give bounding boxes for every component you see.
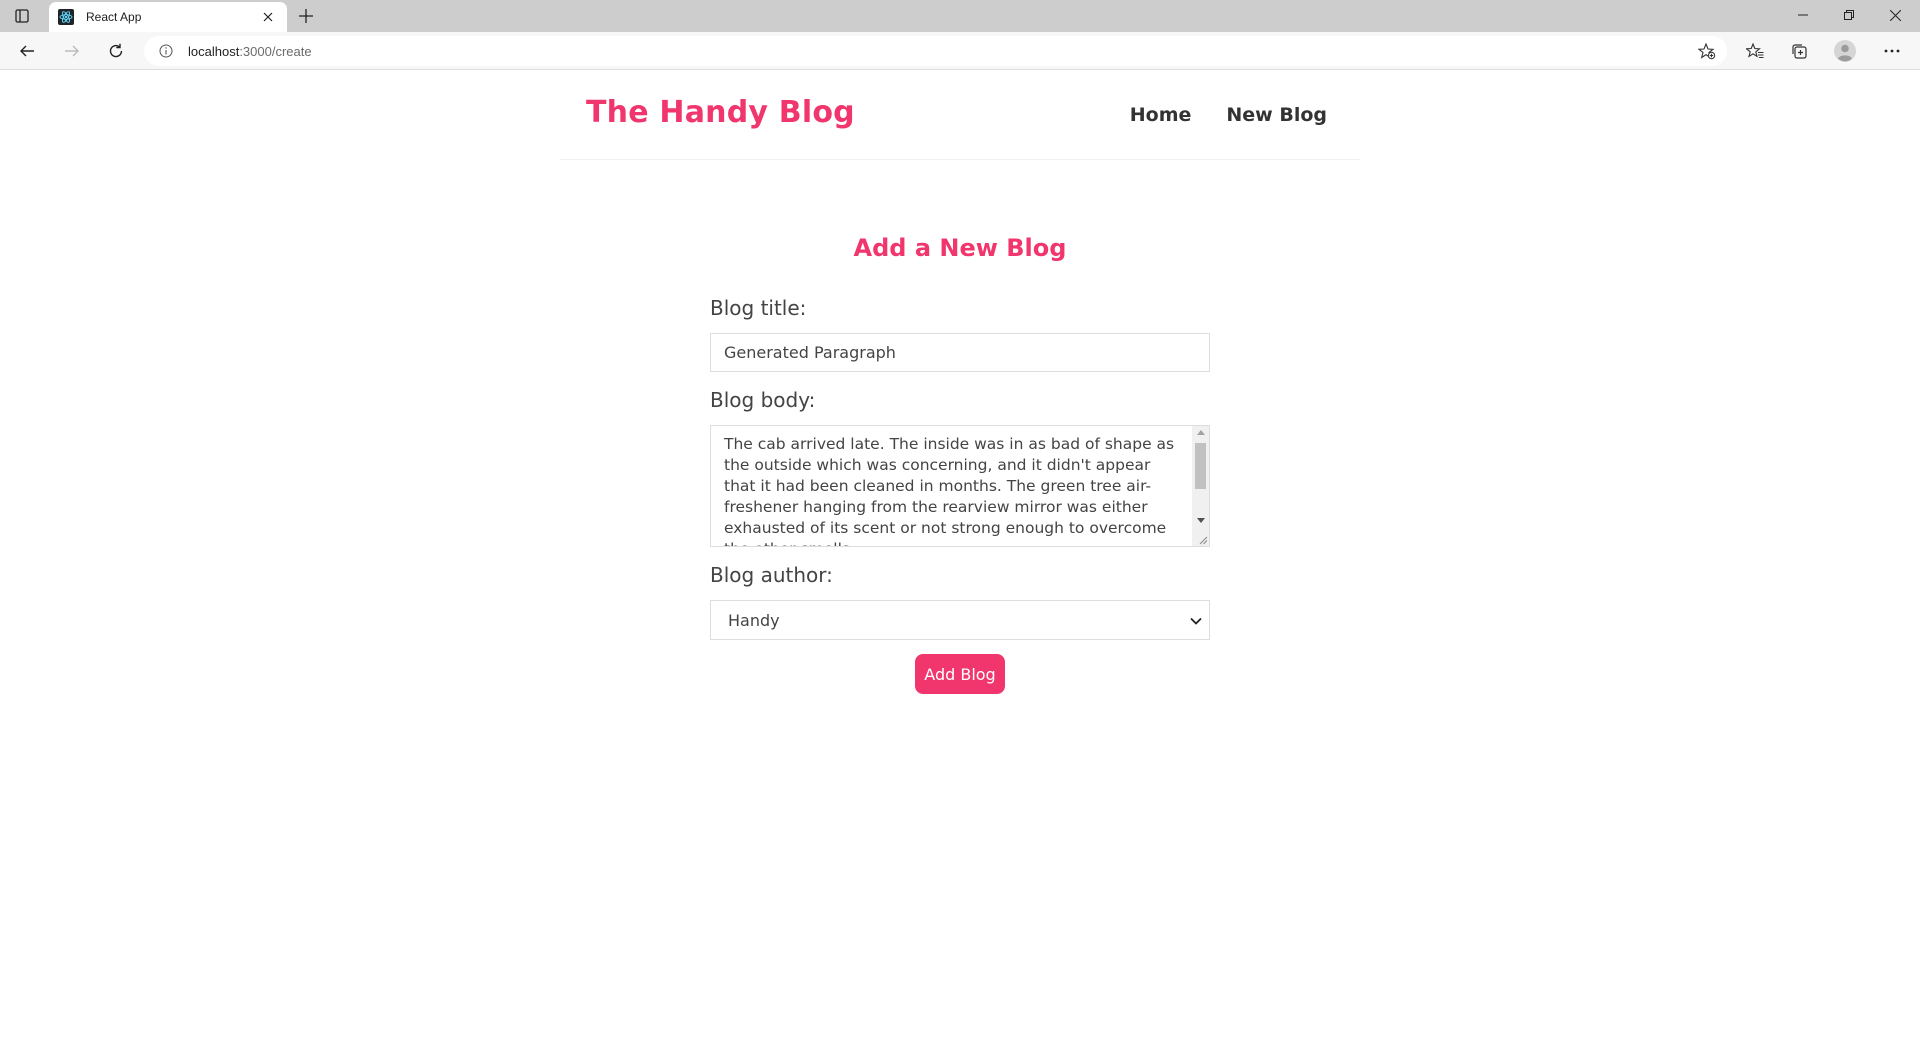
blog-title-input[interactable] xyxy=(710,333,1210,372)
favorites-icon[interactable] xyxy=(1741,37,1769,65)
nav-links: Home New Blog xyxy=(1095,104,1327,126)
site-brand: The Handy Blog xyxy=(586,95,855,130)
collections-icon[interactable] xyxy=(1785,37,1813,65)
browser-tab-strip: React App xyxy=(0,0,1920,32)
blog-body-label: Blog body: xyxy=(710,388,816,412)
restore-icon[interactable] xyxy=(1826,0,1872,30)
browser-toolbar: localhost:3000/create xyxy=(0,32,1920,70)
address-bar[interactable]: localhost:3000/create xyxy=(144,36,1727,66)
react-icon xyxy=(58,9,74,25)
blog-author-select[interactable]: Handy xyxy=(710,600,1210,640)
tab-actions-icon[interactable] xyxy=(12,7,32,25)
profile-icon[interactable] xyxy=(1831,37,1859,65)
resize-grip-icon[interactable] xyxy=(1199,536,1208,545)
close-window-icon[interactable] xyxy=(1872,0,1918,30)
minimize-icon[interactable] xyxy=(1780,0,1826,30)
close-icon[interactable] xyxy=(259,8,277,26)
nav-link-home[interactable]: Home xyxy=(1130,104,1192,126)
more-icon[interactable] xyxy=(1878,37,1906,65)
url-path: :3000/create xyxy=(239,43,312,59)
textarea-scrollbar[interactable] xyxy=(1192,426,1209,546)
url-host: localhost xyxy=(188,43,240,59)
add-blog-button[interactable]: Add Blog xyxy=(915,654,1005,694)
blog-author-value: Handy xyxy=(728,611,780,630)
navbar: The Handy Blog Home New Blog xyxy=(560,71,1360,160)
blog-title-label: Blog title: xyxy=(710,296,807,320)
refresh-icon[interactable] xyxy=(102,37,130,65)
browser-tab[interactable]: React App xyxy=(49,2,287,32)
chevron-down-icon xyxy=(1189,614,1203,628)
tab-title: React App xyxy=(86,10,142,24)
star-add-icon[interactable] xyxy=(1697,42,1717,60)
plus-icon[interactable] xyxy=(296,6,316,26)
info-icon[interactable] xyxy=(158,43,174,59)
scroll-down-icon[interactable] xyxy=(1197,518,1205,523)
forward-arrow-icon[interactable] xyxy=(58,37,86,65)
back-arrow-icon[interactable] xyxy=(13,37,41,65)
page-title: Add a New Blog xyxy=(853,234,1067,262)
url-text: localhost:3000/create xyxy=(188,44,312,59)
blog-author-label: Blog author: xyxy=(710,563,833,587)
blog-body-textarea[interactable]: The cab arrived late. The inside was in … xyxy=(710,425,1210,547)
scroll-thumb[interactable] xyxy=(1195,443,1206,489)
create-blog-form: Add a New Blog Blog title: Blog body: Th… xyxy=(710,234,1210,694)
page-viewport: The Handy Blog Home New Blog Add a New B… xyxy=(0,71,1920,1038)
nav-link-new-blog[interactable]: New Blog xyxy=(1226,104,1327,126)
blog-body-text: The cab arrived late. The inside was in … xyxy=(724,435,1175,546)
scroll-up-icon[interactable] xyxy=(1197,430,1205,435)
